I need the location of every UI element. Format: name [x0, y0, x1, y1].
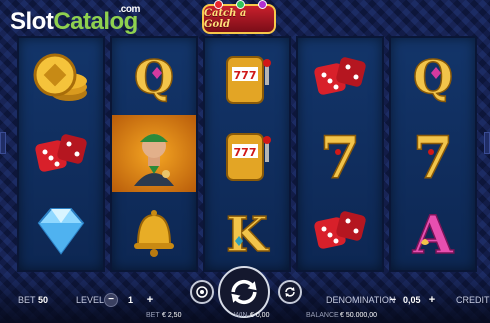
diamond-icon — [37, 207, 85, 255]
red-dice-icon — [35, 133, 87, 172]
symbol-gold-coin-stack — [19, 38, 103, 115]
symbol-slot-machine: 777 — [205, 38, 289, 115]
bet-label: BET — [18, 295, 36, 305]
autoplay-button[interactable] — [190, 280, 214, 304]
logo-slot-text: Slot — [10, 8, 54, 35]
bet-value: 50 — [38, 295, 49, 305]
gold-seven-icon: 7 — [412, 123, 454, 186]
left-side-tab[interactable] — [0, 132, 6, 154]
gold-coin-stack-icon — [33, 53, 87, 101]
amethyst-icon — [258, 0, 267, 9]
gold-q-icon: Q — [412, 49, 454, 105]
symbol-gold-bell — [112, 192, 196, 269]
svg-text:Q: Q — [134, 50, 174, 104]
symbol-gold-k: K — [205, 192, 289, 269]
slot-machine-icon: 777 — [226, 132, 271, 181]
gold-bell-icon — [134, 209, 174, 257]
denomination-label: DENOMINATION — [326, 295, 396, 305]
credits-label[interactable]: CREDITS — [456, 295, 490, 305]
red-dice-icon — [314, 210, 366, 249]
reel-1 — [17, 36, 105, 272]
spin-button[interactable] — [218, 266, 270, 318]
red-dice-icon — [314, 56, 366, 95]
right-side-tab[interactable] — [484, 132, 490, 154]
gold-seven-icon: 7 — [319, 123, 361, 186]
reel-5: Q 7 A — [389, 36, 477, 272]
svg-text:A: A — [412, 205, 454, 263]
svg-text:7: 7 — [320, 124, 360, 186]
emerald-icon — [236, 0, 245, 9]
logo-com-text: .com — [118, 4, 141, 15]
symbol-gold-a: A — [391, 192, 475, 269]
character-man-icon — [134, 133, 174, 186]
slotcatalog-logo: SlotCatalog .com — [10, 4, 140, 36]
level-minus-button[interactable]: − — [104, 293, 118, 307]
svg-text:777: 777 — [234, 69, 257, 82]
symbol-gold-seven: 7 — [298, 115, 382, 192]
symbol-gold-q: Q — [112, 38, 196, 115]
reel-3: 777 777 K — [203, 36, 291, 272]
footer-bet-label: BET — [146, 312, 160, 319]
symbol-character-man — [112, 115, 196, 192]
game-logo: Catch a Gold — [202, 0, 276, 34]
level-label: LEVEL — [76, 295, 105, 305]
ruby-icon — [214, 0, 223, 9]
symbol-red-dice — [298, 38, 382, 115]
reel-2: Q — [110, 36, 198, 272]
svg-text:Q: Q — [413, 50, 453, 104]
footer-balance-label: BALANCE — [306, 312, 339, 319]
svg-text:K: K — [226, 207, 270, 263]
level-value: 1 — [128, 295, 134, 305]
svg-text:7: 7 — [413, 124, 453, 186]
footer-win-value: € 0,00 — [250, 312, 270, 319]
spin-arrows-icon — [231, 279, 257, 305]
symbol-gold-seven: 7 — [391, 115, 475, 192]
gold-k-icon: K — [225, 206, 271, 263]
game-title: Catch a Gold — [204, 8, 247, 30]
footer-bet-value: € 2,50 — [162, 312, 182, 319]
slot-machine-icon: 777 — [226, 55, 271, 104]
symbol-slot-machine-2: 777 — [205, 115, 289, 192]
denomination-value: 0,05 — [403, 295, 421, 305]
symbol-red-dice — [19, 115, 103, 192]
gold-q-icon: Q — [133, 49, 175, 105]
footer-win-label: WIN — [234, 312, 248, 319]
symbol-red-dice-2 — [298, 192, 382, 269]
denomination-minus-button[interactable]: − — [386, 293, 400, 307]
level-plus-button[interactable]: + — [143, 293, 157, 307]
footer-balance-value: € 50.000,00 — [340, 312, 377, 319]
quickspin-button[interactable] — [278, 280, 302, 304]
reel-4: 7 — [296, 36, 384, 272]
symbol-gold-q: Q — [391, 38, 475, 115]
refresh-icon — [285, 287, 295, 297]
gold-a-icon: A — [411, 204, 455, 263]
svg-text:777: 777 — [234, 146, 257, 159]
denomination-plus-button[interactable]: + — [425, 293, 439, 307]
target-icon — [196, 286, 208, 298]
symbol-diamond — [19, 192, 103, 269]
